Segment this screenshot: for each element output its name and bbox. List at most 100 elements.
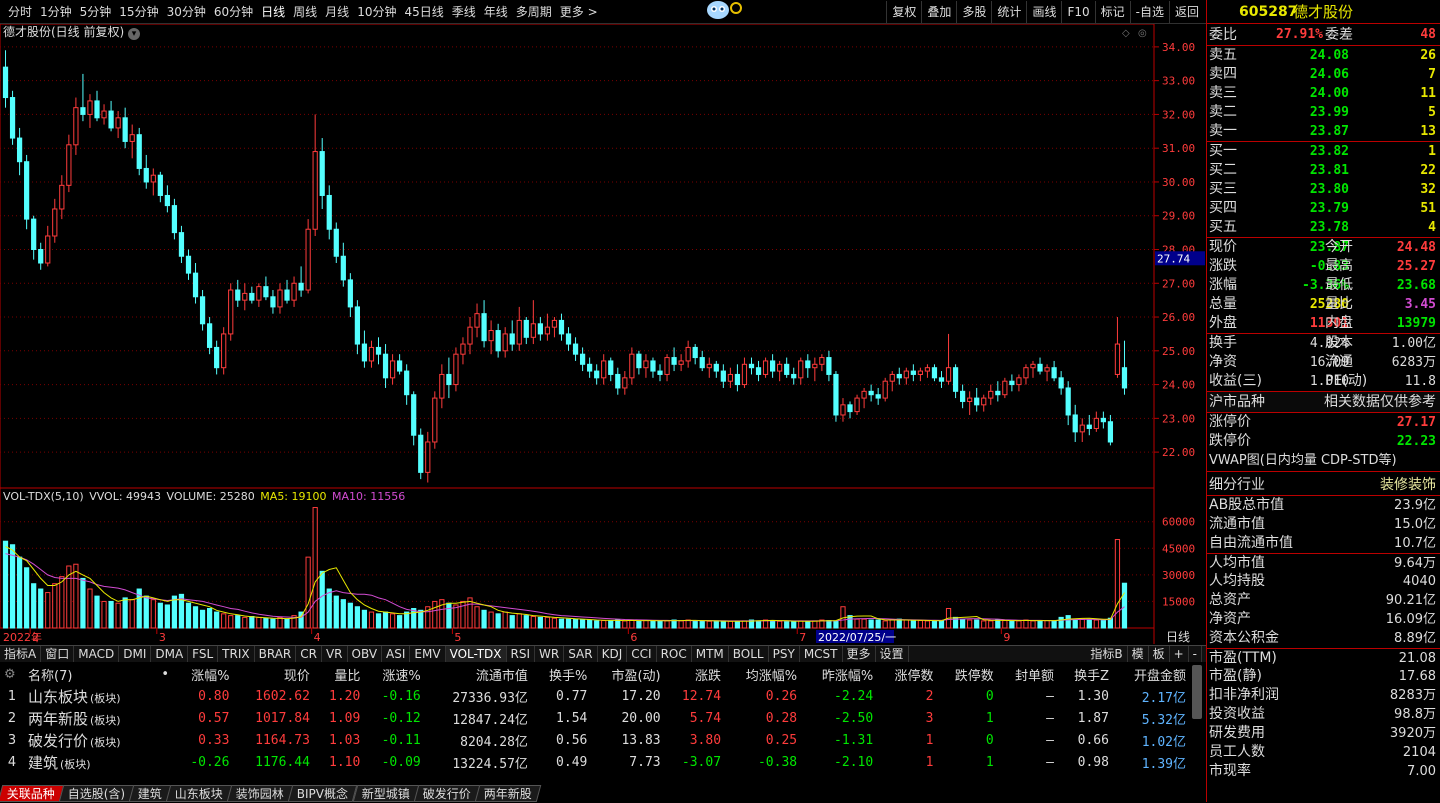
row-name-cell[interactable]: 建筑 (板块)	[24, 751, 153, 773]
indicator-tab[interactable]: MACD	[74, 646, 120, 662]
table-row[interactable]: 3 破发行价 (板块) 0.33 1164.73 1.03 -0.11 8204.28亿 0.5…	[0, 729, 1190, 751]
indicator-tab[interactable]: VOL-TDX	[445, 646, 507, 662]
period-tab[interactable]: 15分钟	[115, 0, 162, 24]
indicator-tab[interactable]: RSI	[507, 646, 536, 662]
indicator-right-tab[interactable]: 模	[1128, 646, 1149, 662]
indicator-tab[interactable]: 窗口	[41, 646, 75, 662]
indicator-tab[interactable]: VR	[322, 646, 348, 662]
indicator-tab[interactable]: OBV	[348, 646, 383, 662]
table-row[interactable]: 4 建筑 (板块) -0.26 1176.44 1.10 -0.09 13224.57亿 0.4…	[0, 751, 1190, 773]
vwap-label[interactable]: VWAP图(日内均量 CDP-STD等)	[1209, 451, 1397, 470]
industry-value[interactable]: 装修装饰	[1380, 474, 1436, 496]
column-header[interactable]: 跌停数	[937, 663, 997, 685]
diamond-icon[interactable]: ◇	[1122, 28, 1130, 39]
indicator-tab[interactable]: WR	[535, 646, 565, 662]
period-tab[interactable]: 周线	[289, 0, 321, 24]
period-tab[interactable]: 月线	[321, 0, 353, 24]
column-header[interactable]: 现价	[233, 663, 313, 685]
indicator-tab[interactable]: EMV	[410, 646, 446, 662]
column-header[interactable]: 量比	[314, 663, 364, 685]
column-header[interactable]: 开盘金额	[1113, 663, 1190, 685]
indicator-tab[interactable]: 更多	[843, 646, 876, 662]
period-tab[interactable]: 45日线	[400, 0, 447, 24]
period-tab[interactable]: 多周期	[512, 0, 556, 24]
column-header[interactable]: 名称(7)	[24, 663, 153, 685]
sells-row[interactable]: 卖四 24.06 7	[1207, 65, 1440, 84]
period-tab[interactable]: 10分钟	[353, 0, 400, 24]
tool-button[interactable]: F10	[1061, 1, 1094, 23]
column-header[interactable]: 涨跌	[665, 663, 725, 685]
period-tab[interactable]: 季线	[448, 0, 480, 24]
sells-row[interactable]: 卖五 24.08 26	[1207, 46, 1440, 65]
tool-button[interactable]: 画线	[1026, 1, 1061, 23]
indicator-tab[interactable]: DMI	[119, 646, 152, 662]
indicator-tab[interactable]: FSL	[188, 646, 219, 662]
indicator-tab[interactable]: 指标A	[0, 646, 42, 662]
column-header[interactable]: 换手Z	[1058, 663, 1113, 685]
indicator-tab[interactable]: CCI	[627, 646, 657, 662]
buys-row[interactable]: 买二 23.81 22	[1207, 161, 1440, 180]
column-header[interactable]: 涨幅%	[173, 663, 233, 685]
column-header[interactable]: 昨涨幅%	[801, 663, 877, 685]
kline-chart[interactable]: 34.0033.0032.0031.0030.0029.0028.0027.00…	[0, 24, 1206, 644]
sells-row[interactable]: 卖二 23.99 5	[1207, 103, 1440, 122]
row-name-cell[interactable]: 山东板块 (板块)	[24, 685, 153, 707]
tool-button[interactable]: 标记	[1094, 1, 1130, 23]
period-tab[interactable]: 60分钟	[210, 0, 257, 24]
settings-gear-icon[interactable]: ⚙	[0, 663, 24, 685]
row-name-cell[interactable]: 两年新股 (板块)	[24, 707, 153, 729]
bottom-tab[interactable]: 山东板块	[166, 785, 233, 802]
column-header[interactable]: 均涨幅%	[725, 663, 801, 685]
table-row[interactable]: 1 山东板块 (板块) 0.80 1602.62 1.20 -0.16 27336.93亿 0.…	[0, 685, 1190, 707]
column-header[interactable]: 市盈(动)	[591, 663, 664, 685]
column-header[interactable]: 流通市值	[425, 663, 532, 685]
indicator-tab[interactable]: BOLL	[729, 646, 769, 662]
sells-row[interactable]: 卖三 24.00 11	[1207, 84, 1440, 103]
indicator-tab[interactable]: MCST	[800, 646, 843, 662]
buys-row[interactable]: 买一 23.82 1	[1207, 142, 1440, 161]
sells-row[interactable]: 卖一 23.87 13	[1207, 122, 1440, 141]
collapse-icon[interactable]: ◎	[1138, 28, 1147, 39]
row-name-cell[interactable]: 破发行价 (板块)	[24, 729, 153, 751]
period-tab[interactable]: 日线	[257, 0, 289, 24]
indicator-tab[interactable]: TRIX	[218, 646, 255, 662]
period-tab[interactable]: 更多 >	[556, 0, 602, 24]
indicator-tab[interactable]: PSY	[769, 646, 800, 662]
indicator-tab[interactable]: 设置	[876, 646, 909, 662]
buys-row[interactable]: 买三 23.80 32	[1207, 180, 1440, 199]
tool-button[interactable]: 叠加	[921, 1, 956, 23]
indicator-right-tab[interactable]: 指标B	[1086, 646, 1128, 662]
column-header[interactable]: 涨停数	[877, 663, 937, 685]
period-tab[interactable]: 5分钟	[76, 0, 116, 24]
column-header[interactable]: 换手%	[532, 663, 591, 685]
tool-button[interactable]: -自选	[1129, 1, 1169, 23]
indicator-tab[interactable]: BRAR	[255, 646, 297, 662]
indicator-tab[interactable]: MTM	[692, 646, 729, 662]
bottom-tab[interactable]: 关联品种	[0, 785, 65, 802]
tool-button[interactable]: 统计	[991, 1, 1026, 23]
tool-button[interactable]: 复权	[886, 1, 921, 23]
buys-row[interactable]: 买四 23.79 51	[1207, 199, 1440, 218]
bottom-tab[interactable]: BIPV概念	[288, 785, 358, 802]
column-header[interactable]: 封单额	[998, 663, 1058, 685]
indicator-right-tab[interactable]: -	[1189, 646, 1202, 662]
indicator-tab[interactable]: ASI	[382, 646, 411, 662]
table-scrollbar[interactable]	[1192, 665, 1202, 719]
bottom-tab[interactable]: 装饰园林	[227, 785, 294, 802]
column-header[interactable]: •	[153, 663, 173, 685]
period-tab[interactable]: 年线	[480, 0, 512, 24]
period-tab[interactable]: 分时	[4, 0, 36, 24]
bottom-tab[interactable]: 破发行价	[413, 785, 480, 802]
buys-row[interactable]: 买五 23.78 4	[1207, 218, 1440, 237]
indicator-tab[interactable]: KDJ	[598, 646, 628, 662]
indicator-tab[interactable]: SAR	[564, 646, 598, 662]
bottom-tab[interactable]: 新型城镇	[352, 785, 419, 802]
period-tab[interactable]: 30分钟	[163, 0, 210, 24]
vwap-link[interactable]: VWAP图(日内均量 CDP-STD等)	[1207, 451, 1440, 472]
indicator-right-tab[interactable]: +	[1170, 646, 1189, 662]
kline-chart-area[interactable]: 34.00 33.00 32.00 31.00 30.00 29.00 28.00 27.00…	[0, 24, 1206, 644]
column-header[interactable]: 涨速%	[364, 663, 424, 685]
indicator-tab[interactable]: CR	[296, 646, 322, 662]
bottom-tab[interactable]: 两年新股	[474, 785, 541, 802]
table-row[interactable]: 2 两年新股 (板块) 0.57 1017.84 1.09 -0.12 12847.24亿 1.…	[0, 707, 1190, 729]
